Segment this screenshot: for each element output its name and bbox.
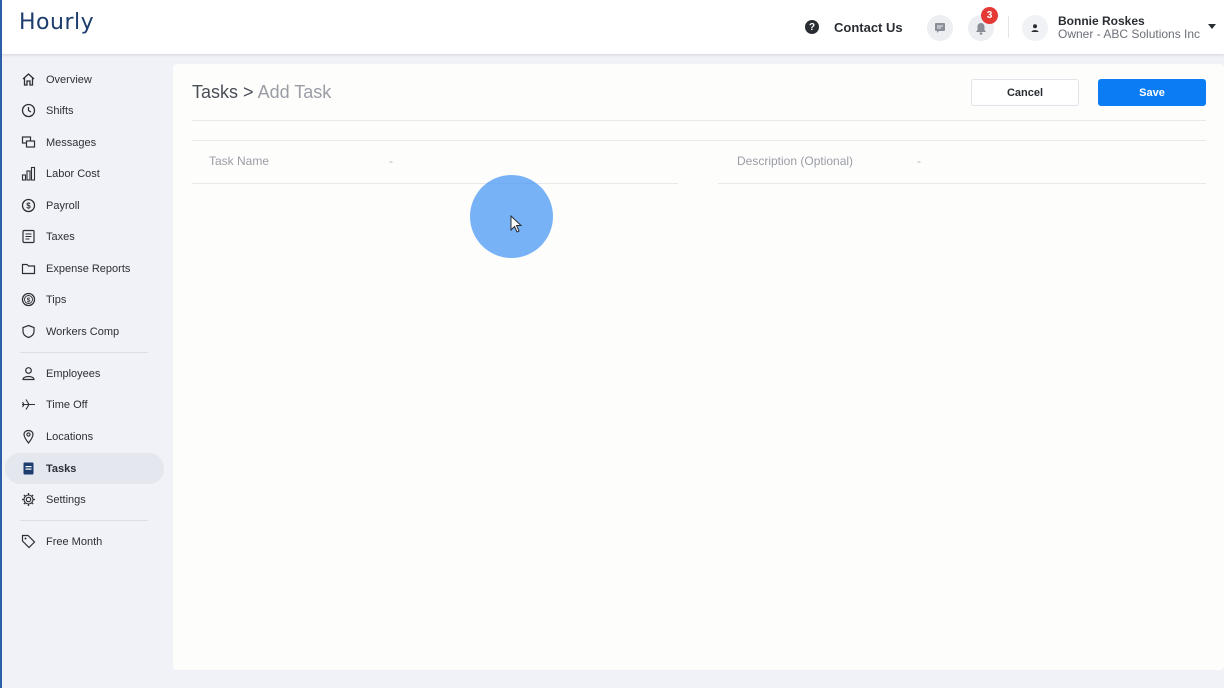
app-logo[interactable]: Hourly [19,10,94,35]
clock-icon [20,103,36,119]
bar-chart-icon [20,166,36,182]
sidebar-item-label: Expense Reports [46,262,131,275]
sidebar-item-taxes[interactable]: Taxes [5,221,164,252]
book-icon [20,461,36,477]
sidebar-item-expense-reports[interactable]: Expense Reports [5,253,164,284]
help-icon: ? [805,20,819,34]
sidebar-item-label: Messages [46,136,97,149]
sidebar-divider [20,520,148,521]
cursor-icon [510,215,523,233]
person-icon [20,366,36,382]
plane-icon [20,397,36,413]
sidebar-item-label: Employees [46,367,101,380]
sidebar-item-employees[interactable]: Employees [5,358,164,389]
avatar[interactable] [1022,15,1048,41]
sidebar: Overview Shifts Messages Labor Cost $ Pa… [2,54,172,688]
shield-icon [20,324,36,340]
breadcrumb-current: Add Task [257,82,332,102]
sidebar-item-settings[interactable]: Settings [5,484,164,515]
tag-icon [20,534,36,550]
user-avatar-icon [1031,24,1039,32]
breadcrumb-parent[interactable]: Tasks [192,82,238,102]
header-divider [192,120,1206,121]
home-icon [20,72,36,88]
contact-us-label: Contact Us [834,19,903,35]
sidebar-item-label: Shifts [46,104,74,117]
header-divider [1008,16,1009,38]
task-name-label: Task Name [209,154,270,168]
top-bar: Hourly ? Contact Us 3 Bonnie Roskes Owne… [0,0,1224,54]
description-underline [718,183,1206,184]
task-name-field[interactable]: - [389,154,393,168]
sidebar-item-label: Locations [46,430,94,443]
sidebar-item-label: Payroll [46,199,80,212]
dollar-icon: $ [20,198,36,214]
sidebar-item-payroll[interactable]: $ Payroll [5,190,164,221]
main-panel: Tasks > Add Task Cancel Save Task Name -… [173,64,1224,670]
sidebar-divider [20,352,148,353]
sidebar-item-label: Tips [46,293,67,306]
sidebar-item-time-off[interactable]: Time Off [5,389,164,420]
sidebar-item-label: Overview [46,73,92,86]
bell-icon [976,22,986,35]
user-name[interactable]: Bonnie Roskes [1058,14,1145,28]
sidebar-item-locations[interactable]: Locations [5,421,164,452]
chevron-down-icon[interactable] [1208,24,1216,29]
chat-button[interactable] [927,15,953,41]
svg-text:$: $ [26,202,31,211]
coin-icon: $ [20,292,36,308]
breadcrumb-separator: > [243,82,254,102]
save-button[interactable]: Save [1098,79,1206,106]
sidebar-item-tasks[interactable]: Tasks [5,453,164,484]
location-pin-icon [20,429,36,445]
document-icon [20,229,36,245]
sidebar-item-messages[interactable]: Messages [5,127,164,158]
gear-icon [20,492,36,508]
sidebar-item-label: Workers Comp [46,325,120,338]
folder-icon [20,261,36,277]
sidebar-item-shifts[interactable]: Shifts [5,95,164,126]
sidebar-item-workers-comp[interactable]: Workers Comp [5,316,164,347]
breadcrumb: Tasks > Add Task [192,82,331,103]
sidebar-item-label: Free Month [46,535,103,548]
contact-us-button[interactable]: ? Contact Us [799,14,913,40]
window-edge [0,0,2,688]
sidebar-item-label: Taxes [46,230,75,243]
sidebar-item-label: Tasks [46,462,77,475]
sidebar-item-overview[interactable]: Overview [5,64,164,95]
sidebar-item-free-month[interactable]: Free Month [5,526,164,557]
sidebar-item-tips[interactable]: $ Tips [5,284,164,315]
task-name-underline [192,183,678,184]
user-role: Owner - ABC Solutions Inc [1058,27,1201,41]
description-label: Description (Optional) [737,154,854,168]
cancel-button[interactable]: Cancel [971,79,1079,106]
sidebar-item-label: Settings [46,493,86,506]
sidebar-item-labor-cost[interactable]: Labor Cost [5,158,164,189]
sidebar-item-label: Time Off [46,398,88,411]
messages-icon [20,135,36,151]
description-field[interactable]: - [917,154,921,168]
chat-icon [935,23,945,33]
form-top-border [192,140,1206,141]
notification-badge: 3 [981,7,998,24]
sidebar-item-label: Labor Cost [46,167,100,180]
svg-text:$: $ [26,297,30,304]
